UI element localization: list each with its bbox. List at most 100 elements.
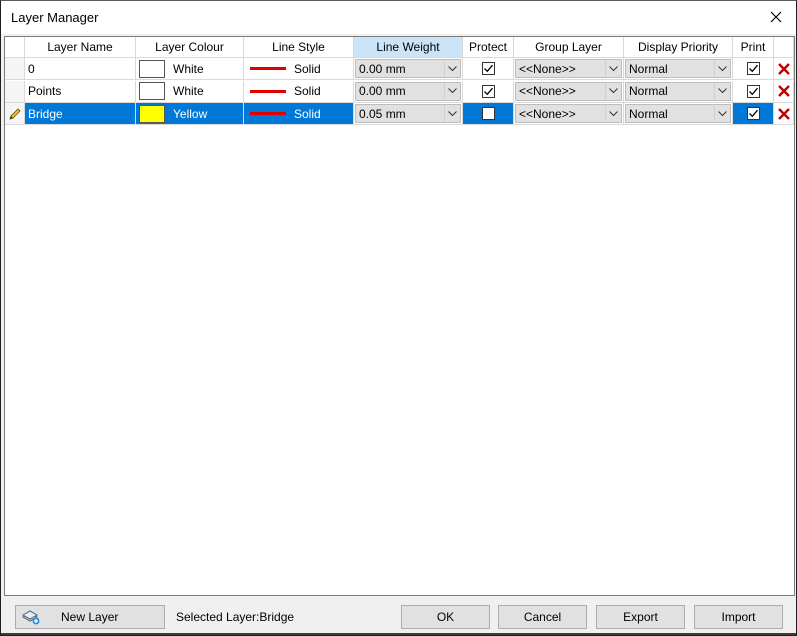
colour-label: White [173, 61, 204, 76]
table-row[interactable]: 0 White Solid 0.00 mm <<None>> Normal [5, 58, 794, 80]
print-cell[interactable] [733, 58, 774, 80]
header-display-priority[interactable]: Display Priority [624, 37, 733, 58]
header-protect[interactable]: Protect [463, 37, 514, 58]
layer-grid[interactable]: Layer Name Layer Colour Line Style Line … [4, 36, 795, 596]
print-checkbox[interactable] [746, 107, 760, 120]
group-layer-dropdown[interactable]: <<None>> [515, 59, 622, 78]
delete-layer-button[interactable] [774, 80, 794, 103]
colour-swatch [139, 104, 165, 123]
chevron-down-icon [609, 65, 618, 71]
dropdown-arrow[interactable] [444, 60, 460, 77]
print-checkbox[interactable] [746, 62, 760, 75]
layer-name: Points [28, 84, 62, 98]
dropdown-arrow[interactable] [714, 105, 730, 122]
display-priority-cell[interactable]: Normal [624, 80, 733, 103]
table-row[interactable]: Bridge Yellow Solid 0.05 mm <<None>> Normal [5, 103, 794, 125]
line-style-preview [250, 67, 286, 70]
cancel-button[interactable]: Cancel [498, 605, 587, 629]
header-line-style[interactable]: Line Style [244, 37, 354, 58]
ok-button[interactable]: OK [401, 605, 490, 629]
line-weight-cell[interactable]: 0.00 mm [354, 80, 463, 103]
layer-manager-window: Layer Manager Layer Name Layer Colour Li… [0, 0, 797, 636]
display-priority-value: Normal [629, 84, 668, 98]
group-layer-dropdown[interactable]: <<None>> [515, 104, 622, 123]
line-style-cell[interactable]: Solid [244, 58, 354, 80]
group-layer-cell[interactable]: <<None>> [514, 103, 624, 125]
line-weight-cell[interactable]: 0.05 mm [354, 103, 463, 125]
layer-name-cell[interactable]: Bridge [25, 103, 136, 125]
dropdown-arrow[interactable] [444, 82, 460, 100]
dropdown-arrow[interactable] [714, 60, 730, 77]
layer-colour-cell[interactable]: White [136, 58, 244, 80]
header-print[interactable]: Print [733, 37, 774, 58]
display-priority-dropdown[interactable]: Normal [625, 81, 731, 101]
new-layer-button[interactable]: New Layer [15, 605, 165, 629]
group-layer-cell[interactable]: <<None>> [514, 58, 624, 80]
close-button[interactable] [762, 5, 790, 29]
delete-layer-button[interactable] [774, 58, 794, 80]
display-priority-dropdown[interactable]: Normal [625, 59, 731, 78]
dropdown-arrow[interactable] [714, 82, 730, 100]
layer-colour-cell[interactable]: White [136, 80, 244, 103]
header-group-layer[interactable]: Group Layer [514, 37, 624, 58]
display-priority-dropdown[interactable]: Normal [625, 104, 731, 123]
print-checkbox[interactable] [746, 84, 760, 98]
selected-layer-text: Selected Layer:Bridge [176, 610, 295, 624]
group-layer-value: <<None>> [519, 61, 576, 76]
colour-swatch [139, 59, 165, 78]
layer-name-cell[interactable]: 0 [25, 58, 136, 80]
layer-name-cell[interactable]: Points [25, 80, 136, 103]
dropdown-arrow[interactable] [605, 82, 621, 100]
footer: New Layer Selected Layer:Bridge OK Cance… [1, 598, 796, 635]
title-bar: Layer Manager [1, 1, 796, 34]
import-button[interactable]: Import [694, 605, 783, 629]
display-priority-cell[interactable]: Normal [624, 58, 733, 80]
layer-name: 0 [28, 61, 35, 76]
group-layer-cell[interactable]: <<None>> [514, 80, 624, 103]
colour-label: White [173, 84, 204, 98]
protect-cell[interactable] [463, 103, 514, 125]
line-style-cell[interactable]: Solid [244, 103, 354, 125]
line-weight-dropdown[interactable]: 0.05 mm [355, 104, 461, 123]
layer-colour-cell[interactable]: Yellow [136, 103, 244, 125]
table-row[interactable]: Points White Solid 0.00 mm <<None>> Normal [5, 80, 794, 103]
group-layer-value: <<None>> [519, 84, 576, 98]
protect-checkbox[interactable] [481, 107, 495, 120]
chevron-down-icon [718, 110, 727, 116]
display-priority-value: Normal [629, 106, 668, 121]
delete-layer-button[interactable] [774, 103, 794, 125]
dropdown-arrow[interactable] [444, 105, 460, 122]
display-priority-cell[interactable]: Normal [624, 103, 733, 125]
row-indicator[interactable] [5, 80, 25, 103]
dropdown-arrow[interactable] [605, 105, 621, 122]
group-layer-dropdown[interactable]: <<None>> [515, 81, 622, 101]
chevron-down-icon [448, 110, 457, 116]
row-indicator[interactable] [5, 103, 25, 125]
line-style-cell[interactable]: Solid [244, 80, 354, 103]
dropdown-arrow[interactable] [605, 60, 621, 77]
header-layer-name[interactable]: Layer Name [25, 37, 136, 58]
protect-cell[interactable] [463, 80, 514, 103]
row-indicator[interactable] [5, 58, 25, 80]
print-cell[interactable] [733, 103, 774, 125]
line-weight-value: 0.05 mm [359, 106, 406, 121]
line-style-preview [250, 112, 286, 115]
protect-checkbox[interactable] [481, 62, 495, 75]
chevron-down-icon [448, 88, 457, 94]
layer-name: Bridge [28, 106, 63, 121]
line-weight-cell[interactable]: 0.00 mm [354, 58, 463, 80]
display-priority-value: Normal [629, 61, 668, 76]
chevron-down-icon [609, 110, 618, 116]
line-weight-dropdown[interactable]: 0.00 mm [355, 59, 461, 78]
protect-cell[interactable] [463, 58, 514, 80]
header-layer-colour[interactable]: Layer Colour [136, 37, 244, 58]
export-button[interactable]: Export [596, 605, 685, 629]
line-style-label: Solid [294, 61, 321, 76]
line-weight-dropdown[interactable]: 0.00 mm [355, 81, 461, 101]
print-cell[interactable] [733, 80, 774, 103]
header-line-weight[interactable]: Line Weight [354, 37, 463, 58]
protect-checkbox[interactable] [481, 84, 495, 98]
line-style-label: Solid [294, 106, 321, 121]
grid-header: Layer Name Layer Colour Line Style Line … [5, 37, 794, 58]
line-style-label: Solid [294, 84, 321, 98]
